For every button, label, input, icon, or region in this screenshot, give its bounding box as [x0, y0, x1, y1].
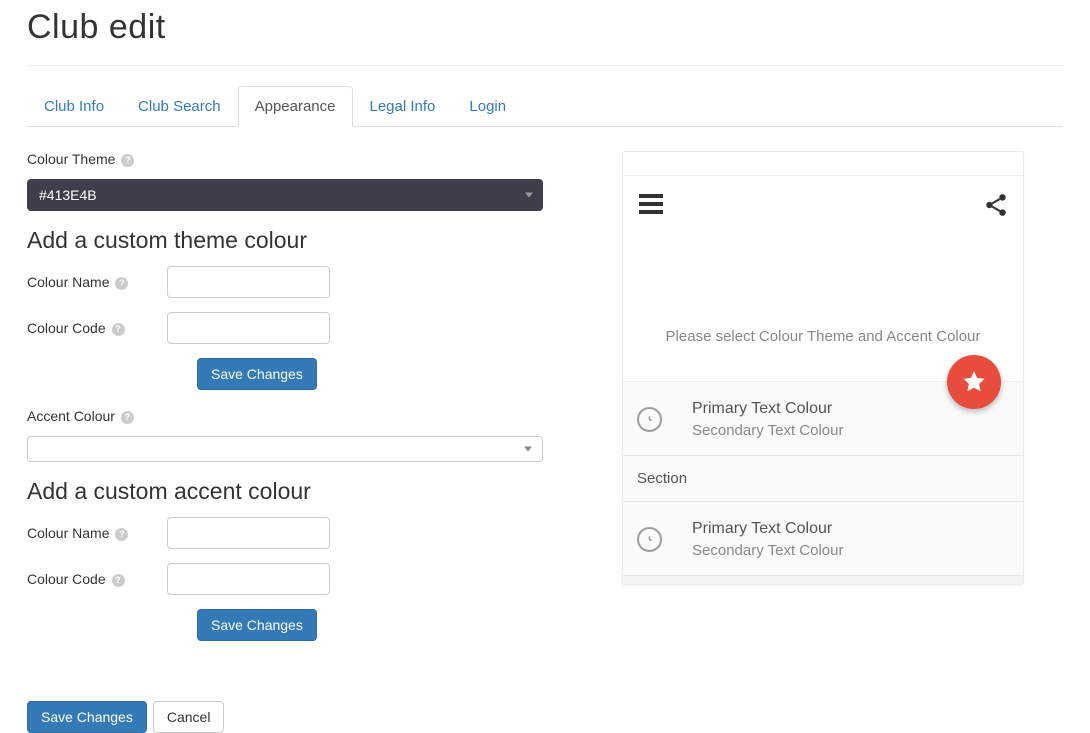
theme-heading: Add a custom theme colour [27, 227, 552, 254]
page-title: Club edit [27, 8, 1063, 47]
colour-theme-select[interactable]: #413E4B [27, 179, 543, 211]
tab-bar: Club Info Club Search Appearance Legal I… [27, 86, 1063, 127]
tab-login[interactable]: Login [452, 86, 523, 127]
accent-heading: Add a custom accent colour [27, 478, 552, 505]
help-icon[interactable]: ? [121, 154, 134, 167]
help-icon[interactable]: ? [112, 323, 125, 336]
clock-icon [637, 407, 662, 432]
tab-club-search[interactable]: Club Search [121, 86, 238, 127]
help-icon[interactable]: ? [115, 528, 128, 541]
theme-colour-code-label: Colour Code [27, 320, 106, 336]
tab-club-info[interactable]: Club Info [27, 86, 121, 127]
preview-card: Please select Colour Theme and Accent Co… [622, 151, 1024, 585]
clock-icon [637, 527, 662, 552]
divider [27, 65, 1063, 66]
section-row: Section [623, 456, 1023, 502]
list-item: Primary Text Colour Secondary Text Colou… [623, 502, 1023, 576]
colour-theme-label: Colour Theme [27, 151, 115, 167]
save-accent-button[interactable]: Save Changes [197, 609, 317, 641]
accent-colour-code-label: Colour Code [27, 571, 106, 587]
accent-colour-code-input[interactable] [167, 563, 330, 595]
tab-legal-info[interactable]: Legal Info [353, 86, 453, 127]
accent-colour-select[interactable] [27, 436, 543, 462]
save-theme-button[interactable]: Save Changes [197, 358, 317, 390]
theme-colour-name-input[interactable] [167, 266, 330, 298]
chevron-down-icon [524, 447, 532, 452]
preview-footer [623, 576, 1023, 584]
colour-theme-value: #413E4B [39, 187, 97, 203]
save-changes-button[interactable]: Save Changes [27, 701, 147, 733]
fab-button [947, 355, 1001, 409]
preview-topbar [623, 152, 1023, 176]
share-icon [983, 192, 1009, 221]
help-icon[interactable]: ? [115, 277, 128, 290]
hamburger-icon [639, 194, 663, 218]
chevron-down-icon [525, 193, 533, 198]
accent-colour-label: Accent Colour [27, 408, 115, 424]
tab-appearance[interactable]: Appearance [238, 86, 353, 127]
list-secondary-text: Secondary Text Colour [692, 542, 843, 559]
list-primary-text: Primary Text Colour [692, 520, 843, 538]
list-secondary-text: Secondary Text Colour [692, 422, 843, 439]
theme-colour-code-input[interactable] [167, 312, 330, 344]
cancel-button[interactable]: Cancel [153, 701, 225, 733]
preview-message: Please select Colour Theme and Accent Co… [623, 328, 1023, 345]
list-primary-text: Primary Text Colour [692, 400, 843, 418]
help-icon[interactable]: ? [112, 574, 125, 587]
accent-colour-name-label: Colour Name [27, 525, 109, 541]
help-icon[interactable]: ? [121, 411, 134, 424]
star-icon [961, 369, 987, 395]
theme-colour-name-label: Colour Name [27, 274, 109, 290]
accent-colour-name-input[interactable] [167, 517, 330, 549]
